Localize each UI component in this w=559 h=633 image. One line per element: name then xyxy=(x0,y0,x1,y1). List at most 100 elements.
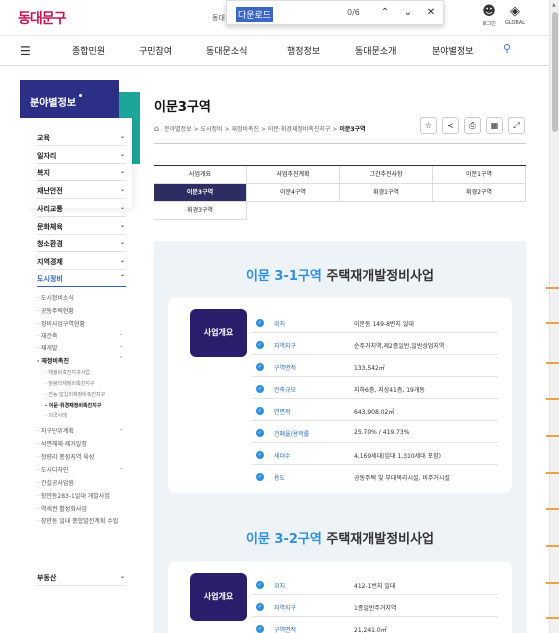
chevron-up-icon: ⌃ xyxy=(119,356,124,362)
side-tick xyxy=(546,545,559,547)
lnb-item[interactable]: 사리교통 ⌄ xyxy=(37,200,126,217)
lnb-sub-item[interactable]: · 재개발 ⌄ xyxy=(37,343,123,352)
tab-item[interactable]: 이문4구역 xyxy=(247,184,340,202)
lnb-sub3-item-active[interactable]: - 이문·휘경재정비촉진지구 xyxy=(45,402,101,409)
chevron-down-icon: ⌄ xyxy=(119,426,124,432)
tab-item[interactable]: 사업개요 xyxy=(154,166,247,184)
overview-badge: 사업개요 xyxy=(190,573,247,621)
tab-item[interactable]: 이문1구역 xyxy=(433,166,526,184)
info-row: ✓ 구역면적 133,542㎡ xyxy=(252,357,498,377)
qr-icon[interactable]: ▦ xyxy=(486,117,503,134)
info-row: ✓ 용도 공동주택 및 부대복리시설, 비주거시설 xyxy=(256,473,450,482)
scroll-thumb[interactable] xyxy=(552,12,558,132)
chevron-down-icon: ⌄ xyxy=(119,573,125,580)
lnb-item[interactable]: 청소환경 ⌄ xyxy=(37,235,126,252)
check-icon: ✓ xyxy=(256,625,264,633)
lnb-item[interactable]: 재난안전 ⌄ xyxy=(37,182,126,199)
expand-icon[interactable]: ⤢ xyxy=(508,117,525,134)
tab-item[interactable]: 사업추진계획 xyxy=(247,166,340,184)
lnb-sub-item[interactable]: · 건설공사업원 xyxy=(37,478,74,487)
side-tick xyxy=(546,398,559,400)
lnb-item[interactable]: 교육 ⌄ xyxy=(37,129,126,146)
find-prev-button[interactable]: ⌃ xyxy=(377,5,393,21)
project-section: 이문 3-1구역 주택재개발정비사업 사업개요 ✓ 위치 이문동 149-8번지 일… xyxy=(154,241,526,633)
global-link[interactable]: ◈ GLOBAL xyxy=(500,4,530,26)
project-card: 사업개요 ✓ 위치 412-1번지 일대 ✓ 지역지구 1종일반주거지역 ✓ 구역면적 21… xyxy=(168,561,512,633)
breadcrumb-item[interactable]: 도시정비 xyxy=(200,126,222,133)
lnb-sub-item[interactable]: · 공동주택현황 xyxy=(37,306,74,315)
nav-item[interactable]: 동대문소식 xyxy=(206,44,247,57)
side-tick xyxy=(546,362,559,364)
lnb-item[interactable]: 문화체육 ⌄ xyxy=(37,218,126,235)
project-title: 이문 3-1구역 주택재개발정비사업 xyxy=(245,269,435,284)
lnb-sub3-item[interactable]: - 의국사례 xyxy=(45,412,67,419)
lnb-sub-item[interactable]: · 청량리 종점지역 육성 xyxy=(37,452,94,461)
find-count: 0/6 xyxy=(347,8,360,17)
info-row: ✓ 연면적 643,908.02㎡ xyxy=(252,401,498,421)
tab-item[interactable]: 휘경1구역 xyxy=(340,184,433,202)
lnb-title: 분야별정보 xyxy=(20,80,119,118)
scrollbar[interactable]: ▲ xyxy=(549,0,559,633)
tab-item[interactable]: 그간추진사항 xyxy=(340,166,433,184)
chevron-down-icon: ⌄ xyxy=(119,465,124,471)
breadcrumb-item[interactable]: 이문·휘경재정비촉진지구 xyxy=(268,126,331,133)
check-icon: ✓ xyxy=(256,581,264,589)
tab-item-selected[interactable]: 이문3구역 xyxy=(154,184,247,202)
tab-item[interactable]: 휘경3구역 xyxy=(154,202,247,220)
lnb-item[interactable]: 일자리 ⌄ xyxy=(37,147,126,164)
search-icon[interactable]: ⚲ xyxy=(503,42,511,55)
lnb-sub-item[interactable]: · 장안동 일대 종합발전계획 수립 xyxy=(37,517,123,527)
share-icon[interactable]: ≺ xyxy=(442,117,459,134)
breadcrumb-current: 이문3구역 xyxy=(339,126,366,133)
lnb-sub-item-active[interactable]: · 재정비촉진 ⌃ xyxy=(37,356,123,365)
find-input[interactable]: 다운로드 xyxy=(236,7,274,22)
chevron-down-icon: ⌄ xyxy=(119,331,124,337)
chevron-down-icon: ⌄ xyxy=(119,239,125,246)
breadcrumb-item[interactable]: 재정비촉진 xyxy=(231,126,259,133)
nav-item[interactable]: 구민참여 xyxy=(139,44,172,57)
print-icon[interactable]: ⎙ xyxy=(464,117,481,134)
breadcrumb-item[interactable]: 분야별정보 xyxy=(164,126,192,133)
check-icon: ✓ xyxy=(256,429,264,437)
star-icon[interactable]: ☆ xyxy=(420,117,437,134)
find-close-button[interactable]: ✕ xyxy=(423,5,439,21)
title-divider xyxy=(154,143,526,144)
lnb-sub-item[interactable]: · 역세권 활성화사업 xyxy=(37,504,87,513)
menu-icon[interactable]: ☰ xyxy=(20,44,31,58)
info-row: ✓ 지역지구 1종일반주거지역 xyxy=(252,597,498,617)
nav-item[interactable]: 동대문소개 xyxy=(355,44,396,57)
lnb-sub-item[interactable]: · 지구단위계획 ⌄ xyxy=(37,426,123,435)
find-next-button[interactable]: ⌄ xyxy=(400,5,416,21)
lnb-sub3-item[interactable]: - 재정비촉진지구사업 xyxy=(45,369,90,376)
lnb-item-active[interactable]: 도시정비 ⌃ xyxy=(37,270,126,287)
lnb-item[interactable]: 부동산 ⌄ xyxy=(37,569,126,586)
chevron-down-icon: ⌄ xyxy=(119,186,125,193)
home-icon[interactable]: ⌂ xyxy=(154,124,159,133)
lnb-item[interactable]: 지역경제 ⌄ xyxy=(37,253,126,270)
lnb-sub-item[interactable]: · 정비사업구역현황 xyxy=(37,319,85,328)
lnb-sub-item[interactable]: · 재건축 ⌄ xyxy=(37,331,123,340)
side-tick xyxy=(546,435,559,437)
chevron-down-icon: ⌄ xyxy=(119,222,125,229)
lnb-sub-item[interactable]: · 석면해체·제거알정 xyxy=(37,439,87,448)
tab-item[interactable]: 휘경2구역 xyxy=(433,184,526,202)
lnb-sub3-item[interactable]: - 전농·답십리재정비촉진지구 xyxy=(45,391,105,398)
search-hint: 동대 xyxy=(212,14,225,22)
lnb-sub-item[interactable]: · 도시정비소식 xyxy=(37,293,74,302)
breadcrumb: ⌂ 분야별정보 > 도시정비 > 재정비촉진 > 이문·휘경재정비촉진지구 > … xyxy=(154,124,366,133)
lnb-item[interactable]: 복지 ⌄ xyxy=(37,164,126,181)
info-row: ✓ 건축규모 지하6층, 지상41층, 19개동 xyxy=(252,379,498,399)
lnb-sub-item[interactable]: · 도시디자인 ⌄ xyxy=(37,465,123,474)
nav-item[interactable]: 행정정보 xyxy=(287,44,320,57)
check-icon: ✓ xyxy=(256,385,264,393)
scroll-up-icon[interactable]: ▲ xyxy=(552,2,556,8)
chevron-down-icon: ⌄ xyxy=(119,133,125,140)
site-logo[interactable]: 동대문구 xyxy=(18,8,67,28)
nav-item[interactable]: 분야별정보 xyxy=(432,44,473,57)
lnb-sub-item[interactable]: · 장안동283-1일대 개발사업 xyxy=(37,491,110,500)
check-icon: ✓ xyxy=(256,451,264,459)
project-card: 사업개요 ✓ 위치 이문동 149-8번지 일대 ✓ 지역지구 순주거지역,제2종일반,… xyxy=(168,297,512,493)
nav-item[interactable]: 종합민원 xyxy=(72,44,105,57)
chevron-down-icon: ⌄ xyxy=(119,151,125,158)
lnb-sub3-item[interactable]: - 청량리재정비촉진지구 xyxy=(45,380,94,387)
